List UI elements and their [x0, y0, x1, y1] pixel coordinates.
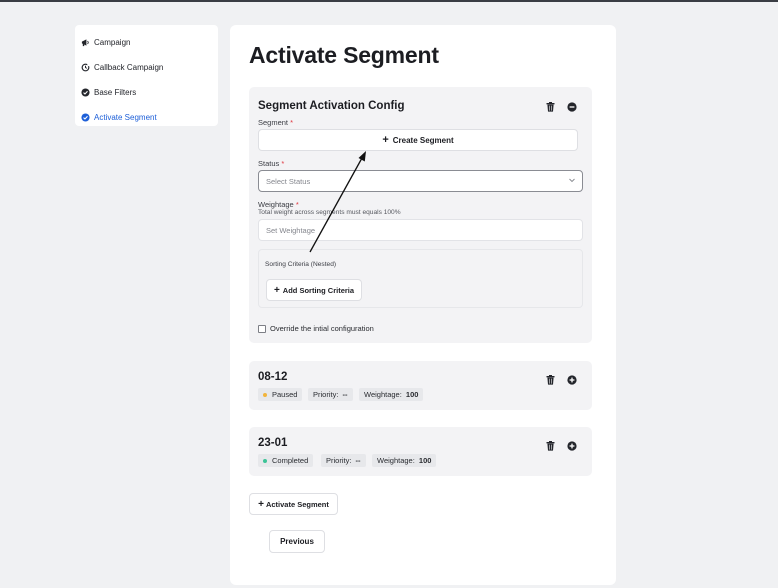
segment-name: 23-01 — [258, 437, 288, 449]
status-label: Status * — [258, 159, 285, 168]
sidebar-item-label: Activate Segment — [94, 113, 157, 122]
expand-icon[interactable] — [566, 374, 578, 386]
top-bar — [0, 0, 778, 2]
card-title: Segment Activation Config — [258, 100, 405, 112]
weightage-hint: Total weight across segments must equals… — [258, 209, 401, 216]
sidebar: Campaign Callback Campaign Base Filters … — [75, 25, 218, 126]
segment-name: 08-12 — [258, 371, 288, 383]
sidebar-item-callback-campaign[interactable]: Callback Campaign — [81, 55, 218, 80]
segment-activation-config-card: Segment Activation Config Segment * + Cr… — [249, 87, 592, 343]
sorting-criteria-section: Sorting Criteria (Nested) + Add Sorting … — [258, 249, 583, 308]
expand-icon[interactable] — [566, 440, 578, 452]
check-circle-icon — [81, 113, 94, 122]
megaphone-icon — [81, 38, 94, 47]
checkbox[interactable] — [258, 324, 266, 333]
weightage-label: Weightage * — [258, 200, 299, 209]
weightage-badge: Weightage: 100 — [359, 388, 424, 401]
sidebar-item-campaign[interactable]: Campaign — [81, 30, 218, 55]
trash-icon[interactable] — [544, 440, 556, 452]
check-circle-icon — [81, 88, 94, 97]
sidebar-item-activate-segment[interactable]: Activate Segment — [81, 105, 218, 130]
sidebar-item-label: Campaign — [94, 38, 131, 47]
status-select[interactable]: Select Status — [258, 170, 583, 192]
status-badge: Paused — [258, 388, 303, 401]
plus-icon: + — [273, 284, 280, 296]
status-dot — [263, 392, 267, 397]
activate-segment-button[interactable]: + Activate Segment — [249, 493, 338, 515]
previous-button[interactable]: Previous — [269, 530, 325, 553]
sidebar-item-label: Base Filters — [94, 88, 137, 97]
sidebar-item-base-filters[interactable]: Base Filters — [81, 80, 218, 105]
override-checkbox[interactable]: Override the intial configuration — [258, 324, 374, 333]
plus-icon: + — [258, 498, 264, 510]
add-sorting-criteria-button[interactable]: + Add Sorting Criteria — [266, 279, 362, 301]
sorting-criteria-title: Sorting Criteria (Nested) — [265, 261, 337, 268]
priority-badge: Priority: -- — [321, 454, 366, 467]
create-segment-button[interactable]: + Create Segment — [258, 129, 578, 151]
plus-icon: + — [382, 134, 389, 146]
segment-card: 23-01 Completed Priority: -- Weightage: … — [249, 427, 592, 476]
callback-icon — [81, 63, 94, 72]
collapse-icon[interactable] — [566, 101, 578, 113]
weightage-input[interactable] — [258, 219, 583, 241]
chevron-down-icon — [568, 176, 576, 186]
status-badge: Completed — [258, 454, 314, 467]
main-panel: Activate Segment Segment Activation Conf… — [230, 25, 616, 585]
priority-badge: Priority: -- — [308, 388, 353, 401]
sidebar-item-label: Callback Campaign — [94, 63, 164, 72]
status-dot — [263, 458, 267, 463]
segment-label: Segment * — [258, 118, 294, 127]
segment-card: 08-12 Paused Priority: -- Weightage: 100 — [249, 361, 592, 410]
trash-icon[interactable] — [544, 374, 556, 386]
trash-icon[interactable] — [544, 101, 556, 113]
page-title: Activate Segment — [249, 42, 439, 68]
weightage-badge: Weightage: 100 — [372, 454, 437, 467]
